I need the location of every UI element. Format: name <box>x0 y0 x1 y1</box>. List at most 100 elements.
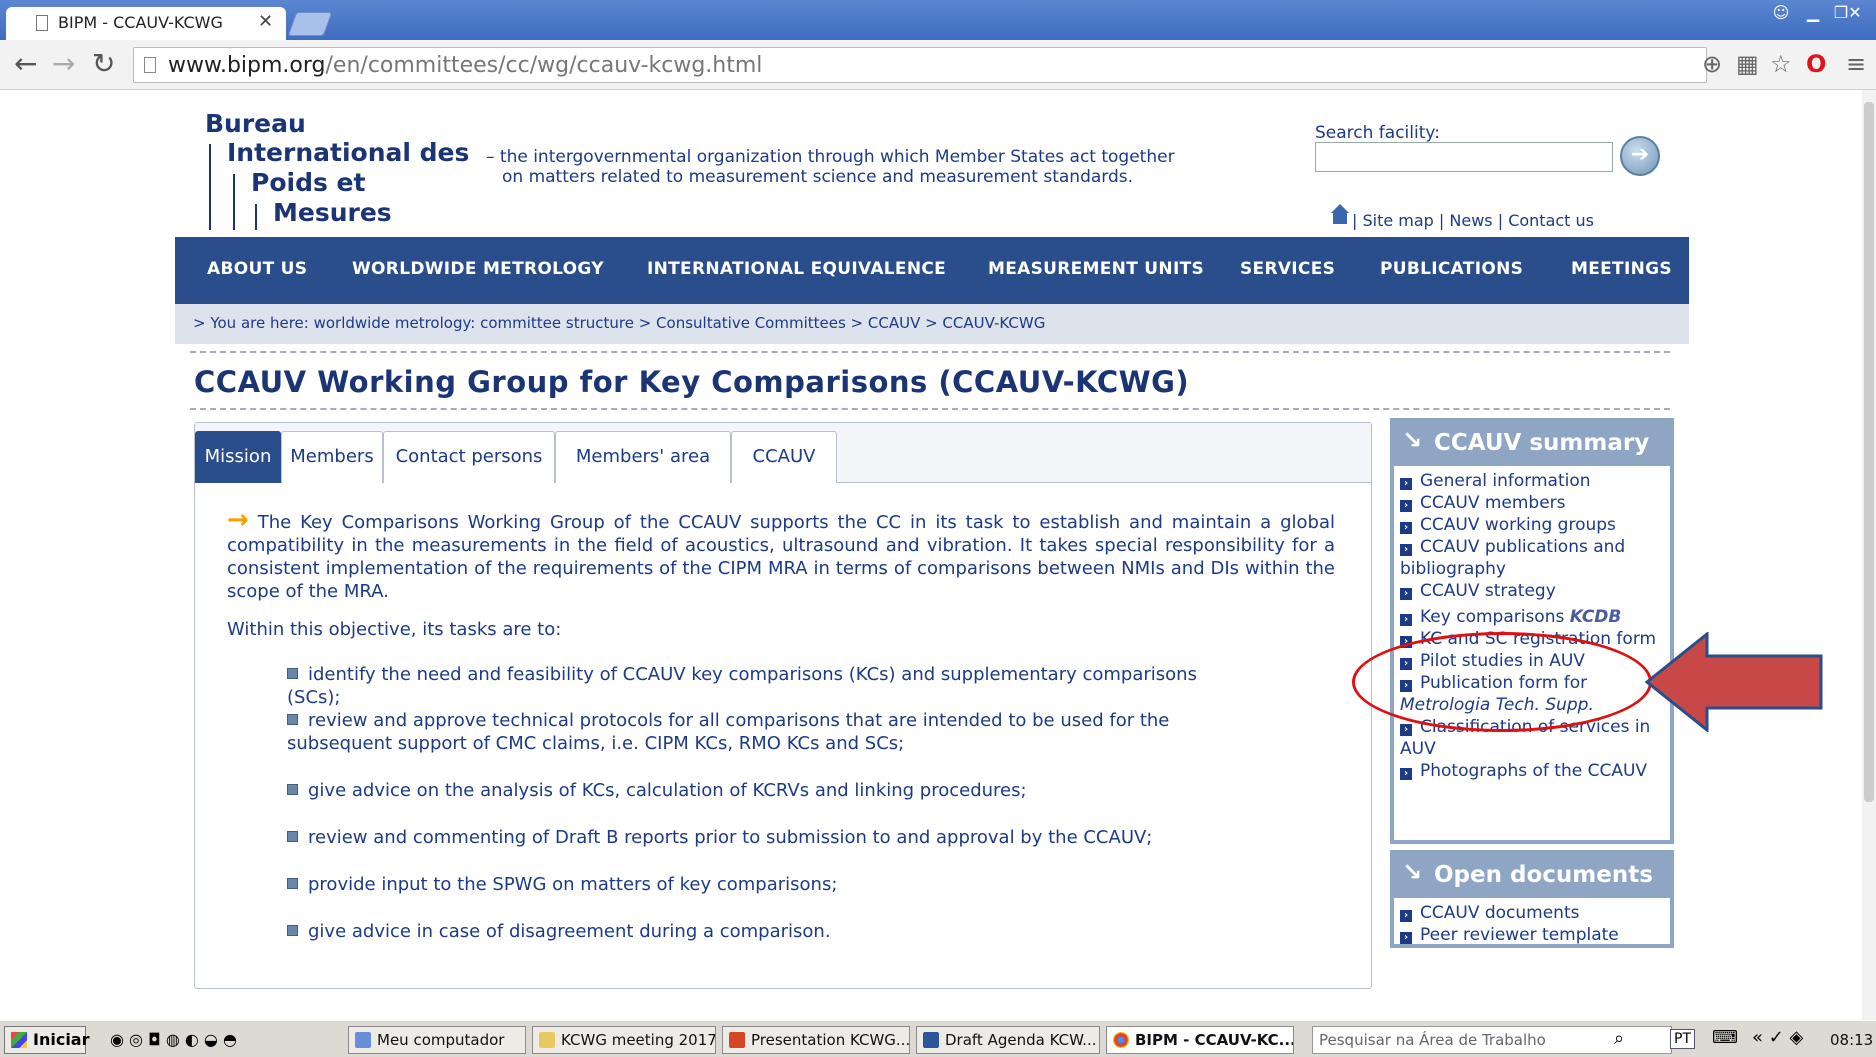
site-map-link[interactable]: Site map <box>1362 211 1433 230</box>
open-doc-link[interactable]: › CCAUV documents <box>1400 902 1664 924</box>
star-icon[interactable]: ☆ <box>1770 50 1792 78</box>
language-indicator[interactable]: PT <box>1670 1029 1695 1049</box>
clock: 08:13 <box>1830 1031 1874 1049</box>
summary-link-strategy[interactable]: › CCAUV strategy <box>1400 580 1664 602</box>
bullet-icon: › <box>1400 478 1412 490</box>
user-icon[interactable]: ☺ <box>1768 2 1794 26</box>
tab-strip: BIPM - CCAUV-KCWG ✕ ☺ ▁ ❐ ✕ <box>0 0 1876 40</box>
logo-bar <box>255 204 257 230</box>
kcdb-logo[interactable]: KCDB <box>1570 607 1622 627</box>
chrome-icon <box>1113 1032 1129 1048</box>
arrow-icon: → <box>227 505 249 535</box>
nav-services[interactable]: SERVICES <box>1240 259 1335 279</box>
mission-intro: → The Key Comparisons Working Group of t… <box>227 505 1335 602</box>
search-input[interactable] <box>1315 142 1613 172</box>
opera-icon[interactable]: O <box>1806 50 1826 78</box>
zoom-icon[interactable]: ⊕ <box>1702 50 1722 78</box>
taskbar-item[interactable]: Presentation KCWG... <box>722 1026 910 1054</box>
tray-icons[interactable]: « ✓ ◈ <box>1752 1027 1803 1048</box>
task-item: give advice on the analysis of KCs, calc… <box>287 779 1237 802</box>
bullet-icon <box>287 831 298 842</box>
summary-link-photographs[interactable]: › Photographs of the CCAUV <box>1400 760 1664 782</box>
tab-mission[interactable]: Mission <box>195 431 281 483</box>
reload-icon[interactable]: ↻ <box>92 48 115 80</box>
logo-line: International des <box>227 138 470 167</box>
nav-international-equivalence[interactable]: INTERNATIONAL EQUIVALENCE <box>647 259 946 279</box>
nav-publications[interactable]: PUBLICATIONS <box>1380 259 1523 279</box>
scrollbar-thumb[interactable] <box>1864 102 1874 802</box>
new-tab-button[interactable] <box>287 12 333 36</box>
ccauv-summary-box: ↘ CCAUV summary › General information › CCA… <box>1390 418 1674 844</box>
task-item: give advice in case of disagreement duri… <box>287 920 1237 943</box>
url-text: www.bipm.org/en/committees/cc/wg/ccauv-k… <box>168 53 763 78</box>
taskbar-item[interactable]: Meu computador <box>348 1026 526 1054</box>
summary-link-members[interactable]: › CCAUV members <box>1400 492 1664 514</box>
logo-line: Bureau <box>205 109 306 138</box>
bullet-icon: › <box>1400 588 1412 600</box>
bullet-icon <box>287 925 298 936</box>
open-documents-heading: ↘ Open documents <box>1394 854 1670 898</box>
nav-measurement-units[interactable]: MEASUREMENT UNITS <box>988 259 1204 279</box>
open-documents-box: ↘ Open documents › CCAUV documents › Peer r… <box>1390 850 1674 948</box>
computer-icon <box>355 1032 371 1048</box>
nav-meetings[interactable]: MEETINGS <box>1571 259 1672 279</box>
tab-members-area[interactable]: Members' area <box>555 431 731 483</box>
objective-text: Within this objective, its tasks are to: <box>227 619 562 640</box>
summary-link-general[interactable]: › General information <box>1400 470 1664 492</box>
back-icon[interactable]: ← <box>14 48 37 80</box>
scrollbar[interactable] <box>1862 90 1876 1020</box>
word-icon <box>923 1032 939 1048</box>
browser-toolbar: ← → ↻ www.bipm.org/en/committees/cc/wg/c… <box>0 40 1876 90</box>
search-label: Search facility: <box>1315 123 1440 143</box>
divider <box>190 351 1670 353</box>
taskbar-item[interactable]: Draft Agenda KCW... <box>916 1026 1100 1054</box>
tab-contact-persons[interactable]: Contact persons <box>383 431 555 483</box>
breadcrumb[interactable]: > You are here: worldwide metrology: com… <box>175 304 1689 344</box>
browser-tab[interactable]: BIPM - CCAUV-KCWG ✕ <box>6 7 286 40</box>
news-link[interactable]: News <box>1449 211 1492 230</box>
bullet-icon: › <box>1400 768 1412 780</box>
folder-icon <box>539 1032 555 1048</box>
close-tab-icon[interactable]: ✕ <box>258 11 273 32</box>
contact-us-link[interactable]: Contact us <box>1508 211 1594 230</box>
summary-link-publications[interactable]: › CCAUV publications and bibliography <box>1400 536 1664 580</box>
tab-members[interactable]: Members <box>281 431 383 483</box>
search-go-button[interactable]: ➔ <box>1620 136 1660 176</box>
address-bar[interactable]: www.bipm.org/en/committees/cc/wg/ccauv-k… <box>133 47 1707 83</box>
logo-line: Poids et <box>251 168 366 197</box>
bullet-icon: › <box>1400 544 1412 556</box>
top-links: | Site map | News | Contact us <box>1352 211 1595 230</box>
tab-ccauv[interactable]: CCAUV <box>731 431 837 483</box>
menu-icon[interactable]: ≡ <box>1846 50 1866 78</box>
taskbar-item[interactable]: KCWG meeting 2017 <box>532 1026 716 1054</box>
logo-line: Mesures <box>273 198 392 227</box>
summary-link-working-groups[interactable]: › CCAUV working groups <box>1400 514 1664 536</box>
task-item: review and approve technical protocols f… <box>287 710 1170 754</box>
translate-icon[interactable]: ▦ <box>1736 50 1759 78</box>
start-button[interactable]: Iniciar <box>4 1026 89 1054</box>
taskbar-item-active[interactable]: BIPM - CCAUV-KC... <box>1106 1026 1294 1054</box>
open-doc-link[interactable]: › Peer reviewer template <box>1400 924 1664 946</box>
bullet-icon <box>287 878 298 889</box>
bullet-icon: › <box>1400 724 1412 736</box>
bullet-icon: › <box>1400 614 1412 626</box>
nav-worldwide-metrology[interactable]: WORLDWIDE METROLOGY <box>352 259 604 279</box>
bullet-icon: › <box>1400 932 1412 944</box>
quicklaunch-icons[interactable]: ◉ ◎ ◘ ◍ ◐ ◒ ◓ <box>110 1030 237 1049</box>
arrow-down-right-icon: ↘ <box>1402 426 1423 454</box>
divider <box>190 408 1670 410</box>
forward-icon[interactable]: → <box>52 48 75 80</box>
task-item: review and commenting of Draft B reports… <box>287 826 1237 849</box>
windows-taskbar: Iniciar ◉ ◎ ◘ ◍ ◐ ◒ ◓ Meu computador KCW… <box>0 1020 1876 1057</box>
windows-icon <box>11 1032 27 1048</box>
annotation-arrow <box>1645 632 1823 732</box>
bullet-icon <box>287 784 298 795</box>
close-window-icon[interactable]: ✕ <box>1840 2 1870 26</box>
mission-panel: Mission Members Contact persons Members'… <box>194 422 1372 989</box>
keyboard-icon[interactable]: ⌨ <box>1712 1027 1738 1048</box>
nav-about-us[interactable]: ABOUT US <box>207 259 307 279</box>
summary-link-key-comparisons[interactable]: › Key comparisons KCDB <box>1400 606 1664 628</box>
arrow-down-right-icon: ↘ <box>1402 858 1423 886</box>
search-icon[interactable]: ⌕ <box>1614 1028 1624 1049</box>
minimize-icon[interactable]: ▁ <box>1800 2 1826 26</box>
